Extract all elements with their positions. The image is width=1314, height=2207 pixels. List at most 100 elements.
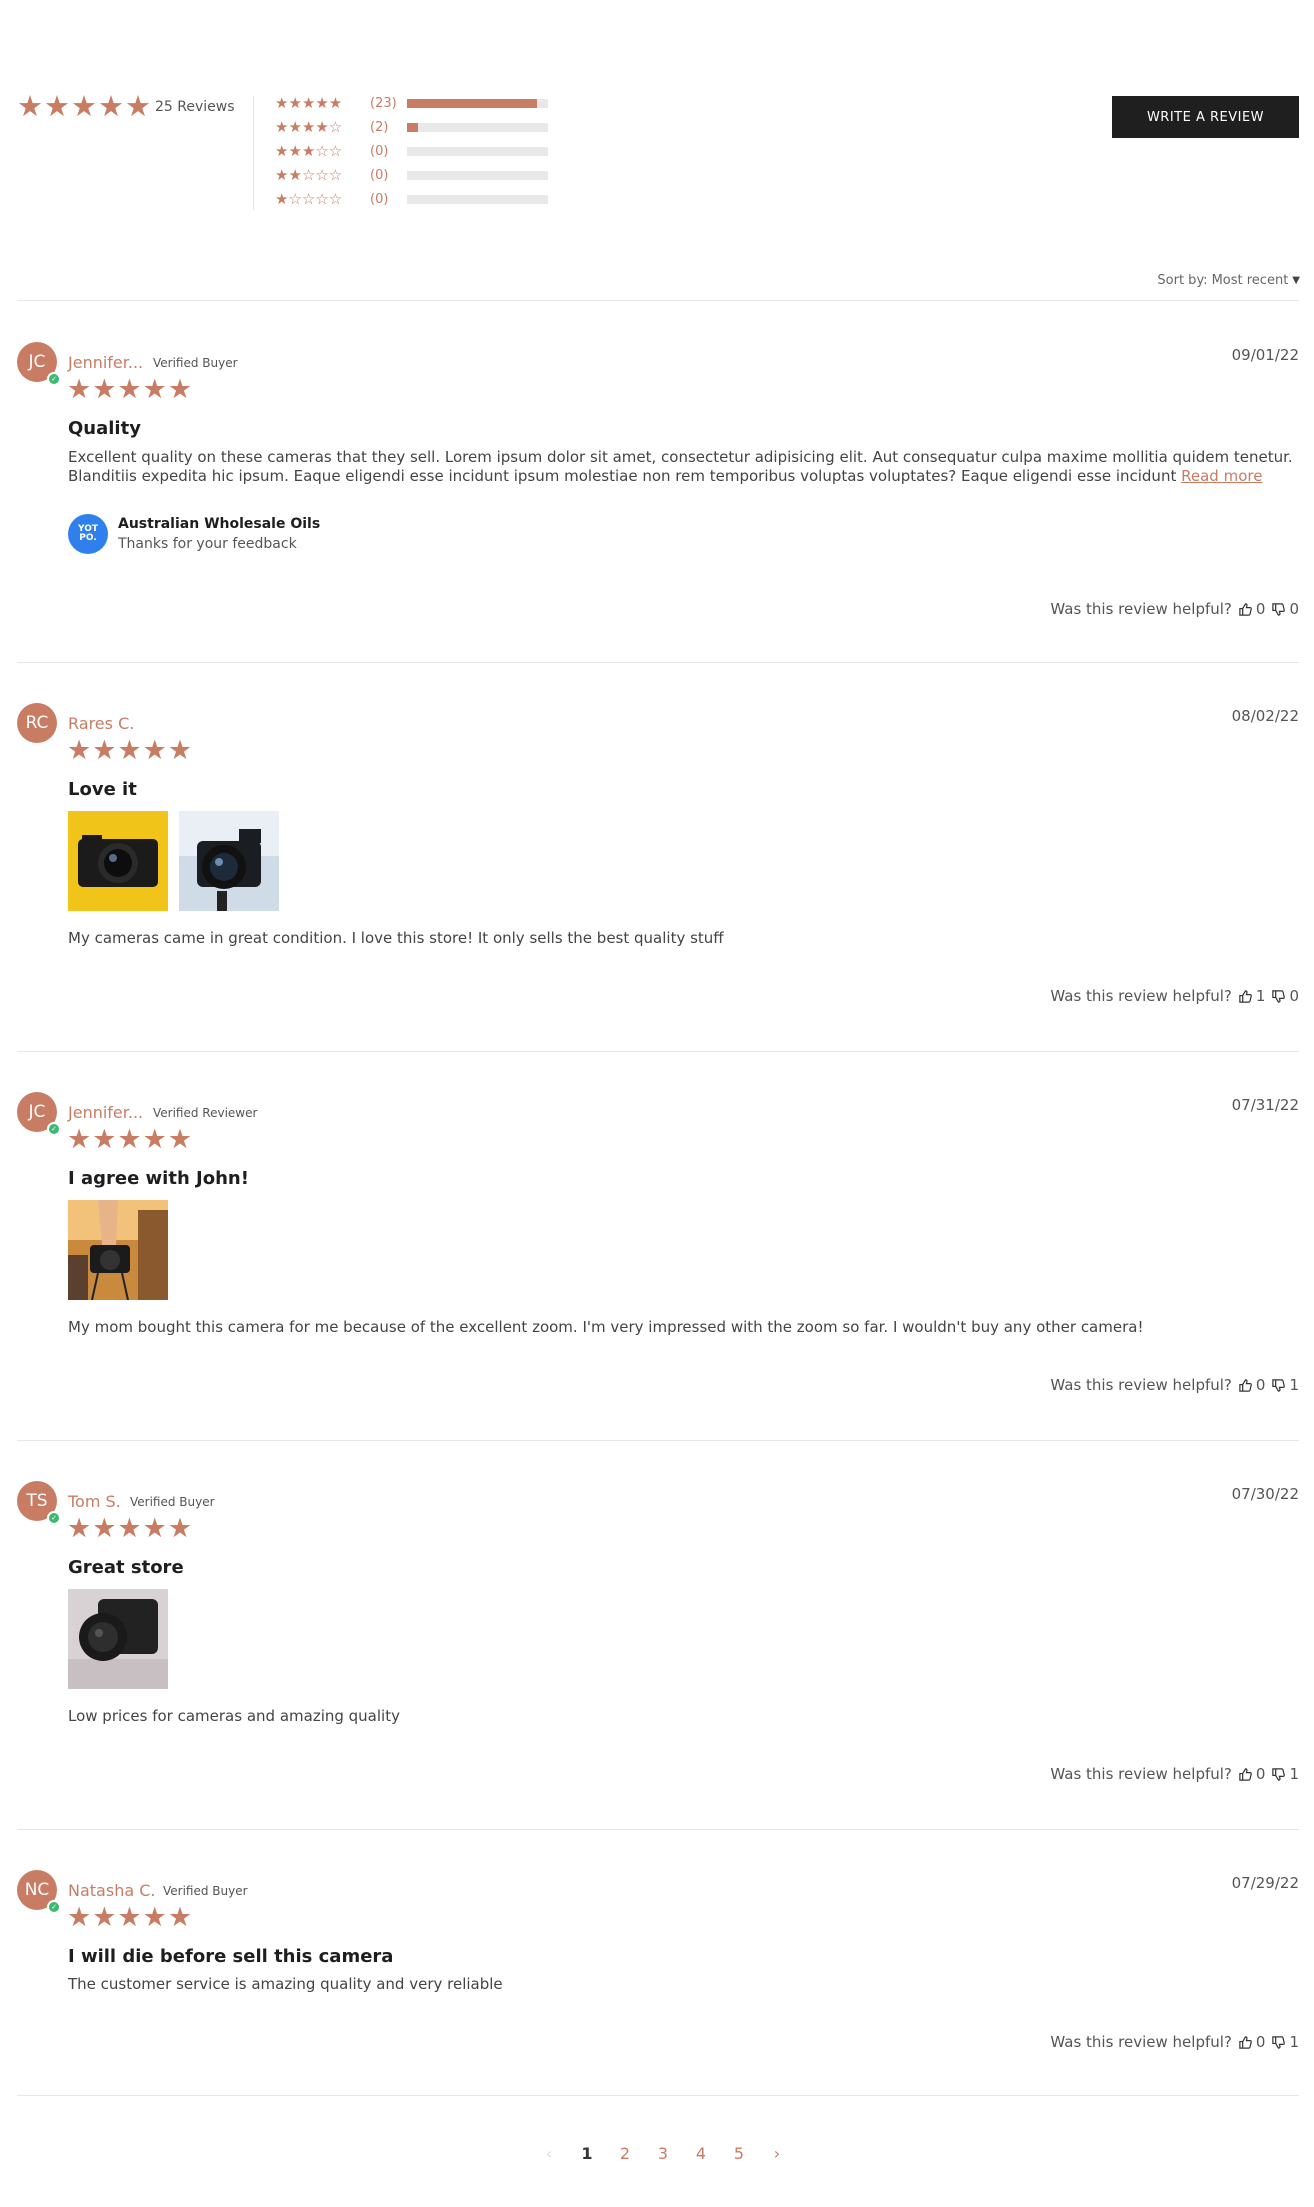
reviewer-name[interactable]: Natasha C. [68,1881,155,1900]
review-item: NC ✓ Natasha C. Verified Buyer 07/29/22 … [17,1870,1299,2070]
pagination: ‹ 1 2 3 4 5 › [530,2144,796,2163]
vote-down-button[interactable]: 1 [1271,1765,1299,1783]
vote-down-button[interactable]: 0 [1271,600,1299,618]
page-2-button[interactable]: 2 [606,2144,644,2163]
vote-up-button[interactable]: 1 [1238,987,1265,1005]
helpful-label: Was this review helpful? [1050,600,1232,618]
read-more-link[interactable]: Read more [1181,467,1262,485]
helpful-votes: Was this review helpful? 0 0 [1050,600,1299,618]
distribution-count: (0) [370,168,389,183]
review-body-text: Excellent quality on these cameras that … [68,448,1293,485]
distribution-stars: ★★☆☆☆ [275,166,343,184]
distribution-bar-fill [407,123,419,132]
down-vote-count: 0 [1289,600,1299,618]
rating-distribution: ★★★★★ (23) ★★★★☆ (2) ★★★☆☆ (0) ★★☆☆☆ (0)… [275,94,575,214]
vote-up-button[interactable]: 0 [1238,600,1266,618]
hand-holding-camera-photo[interactable] [68,1200,168,1300]
verified-badge: Verified Buyer [153,356,238,370]
yotpo-logo-icon: YOT PO. [68,514,108,554]
review-item: TS ✓ Tom S. Verified Buyer 07/30/22 ★★★★… [17,1481,1299,1791]
reviewer-name[interactable]: Rares C. [68,714,134,733]
thumbs-down-icon [1272,602,1286,616]
sort-dropdown[interactable]: Sort by: Most recent ▼ [1157,273,1300,288]
thumbs-down-icon [1272,1767,1286,1781]
divider [17,1051,1299,1052]
page-5-button[interactable]: 5 [720,2144,758,2163]
sort-label: Sort by: [1157,273,1208,288]
next-page-button[interactable]: › [758,2144,796,2163]
review-item: JC ✓ Jennifer... Verified Reviewer 07/31… [17,1092,1299,1402]
verified-check-icon: ✓ [47,1511,61,1525]
distribution-count: (0) [370,192,389,207]
helpful-votes: Was this review helpful? 0 1 [1050,1376,1299,1394]
distribution-row-2[interactable]: ★★☆☆☆ (0) [275,166,575,190]
page-4-button[interactable]: 4 [682,2144,720,2163]
review-images [68,1589,168,1689]
verified-badge: Verified Buyer [130,1495,215,1509]
vote-down-button[interactable]: 1 [1271,1376,1299,1394]
thumbs-up-icon [1239,1378,1252,1392]
verified-badge: Verified Buyer [163,1884,248,1898]
verified-check-icon: ✓ [47,1900,61,1914]
compact-camera-photo[interactable] [68,811,168,911]
camera-on-table-photo[interactable] [68,1589,168,1689]
distribution-bar [407,147,548,156]
summary-divider [253,96,254,210]
verified-check-icon: ✓ [47,372,61,386]
reviewer-name[interactable]: Tom S. [68,1492,121,1511]
distribution-row-1[interactable]: ★☆☆☆☆ (0) [275,190,575,214]
dslr-camera-photo[interactable] [179,811,279,911]
total-reviews-count: 25 Reviews [155,99,235,115]
vote-down-button[interactable]: 0 [1271,987,1299,1005]
up-vote-count: 0 [1255,1765,1266,1783]
distribution-row-5[interactable]: ★★★★★ (23) [275,94,575,118]
review-date: 07/31/22 [1231,1096,1299,1114]
review-title: Love it [68,779,137,800]
review-stars: ★★★★★ [67,374,194,405]
up-vote-count: 0 [1255,600,1266,618]
reviewer-name[interactable]: Jennifer... [68,1103,143,1122]
average-rating-stars: ★★★★★ [17,89,152,123]
review-stars: ★★★★★ [67,1513,194,1544]
review-date: 07/29/22 [1231,1874,1299,1892]
distribution-row-3[interactable]: ★★★☆☆ (0) [275,142,575,166]
distribution-stars: ★☆☆☆☆ [275,190,343,208]
vote-up-button[interactable]: 0 [1238,1765,1266,1783]
up-vote-count: 0 [1255,1376,1266,1394]
divider [17,1440,1299,1441]
review-date: 08/02/22 [1231,707,1299,725]
chevron-down-icon: ▼ [1292,275,1300,286]
distribution-stars: ★★★★☆ [275,118,343,136]
vote-up-button[interactable]: 0 [1238,2033,1266,2051]
distribution-stars: ★★★★★ [275,94,343,112]
thumbs-up-icon [1239,2035,1252,2049]
divider [17,662,1299,663]
vote-down-button[interactable]: 1 [1271,2033,1299,2051]
page-3-button[interactable]: 3 [644,2144,682,2163]
page-1-button[interactable]: 1 [568,2144,606,2163]
helpful-votes: Was this review helpful? 0 1 [1050,1765,1299,1783]
verified-check-icon: ✓ [47,1122,61,1136]
reviewer-name[interactable]: Jennifer... [68,353,143,372]
thumbs-up-icon [1239,602,1252,616]
divider [17,1829,1299,1830]
review-stars: ★★★★★ [67,1124,194,1155]
distribution-row-4[interactable]: ★★★★☆ (2) [275,118,575,142]
write-review-button[interactable]: WRITE A REVIEW [1112,96,1299,138]
helpful-votes: Was this review helpful? 0 1 [1050,2033,1299,2051]
distribution-bar [407,99,548,108]
verified-badge: Verified Reviewer [153,1106,258,1120]
vote-up-button[interactable]: 0 [1238,1376,1266,1394]
distribution-bar [407,123,548,132]
previous-page-button[interactable]: ‹ [530,2144,568,2163]
review-stars: ★★★★★ [67,735,194,766]
helpful-label: Was this review helpful? [1050,1765,1232,1783]
up-vote-count: 0 [1255,2033,1266,2051]
review-item: RC Rares C. 08/02/22 ★★★★★ Love it My ca… [17,703,1299,1013]
helpful-label: Was this review helpful? [1050,987,1232,1005]
review-title: I will die before sell this camera [68,1946,394,1967]
rating-summary: ★★★★★ 25 Reviews ★★★★★ (23) ★★★★☆ (2) ★★… [17,92,1297,222]
thumbs-down-icon [1272,989,1286,1003]
reply-author: Australian Wholesale Oils [118,516,321,532]
thumbs-down-icon [1272,2035,1286,2049]
